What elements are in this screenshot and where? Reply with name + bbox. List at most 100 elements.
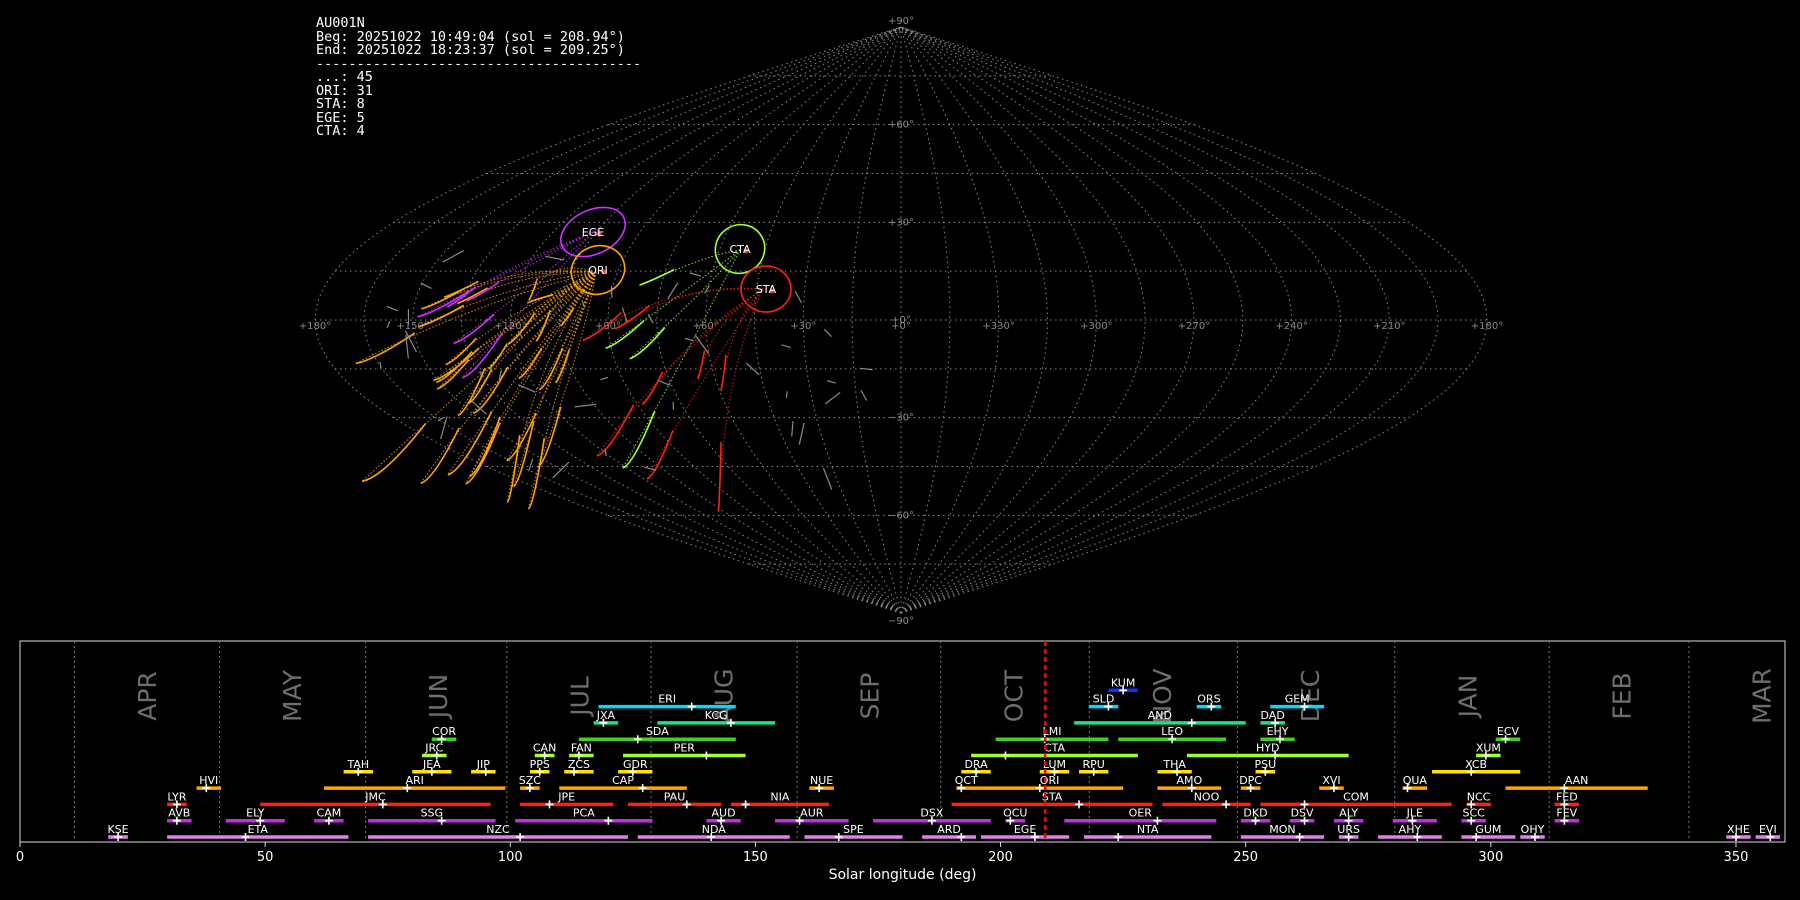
shower-ocu: OCU [1003,807,1027,825]
shower-label: ARD [937,823,961,836]
shower-fan: FAN [569,742,594,760]
month-label: JAN [1453,675,1482,720]
meteor-trail-segment [641,371,664,406]
shower-label: SCC [1463,807,1486,820]
shower-label: OHY [1521,823,1545,836]
lat-tick-label: −30° [888,413,914,424]
shower-label: ERI [658,693,676,706]
shower-dsv: DSV [1289,807,1315,825]
x-tick-label: 100 [498,850,523,865]
shower-aud: AUD [706,807,741,825]
meteor-trail [582,288,764,341]
shower-label: XUM [1476,742,1501,755]
shower-label: HVI [199,774,218,787]
meridian-line [900,26,1488,614]
x-tick-label: 50 [257,850,274,865]
sporadic-trail [704,285,710,294]
x-tick-label: 0 [16,850,24,865]
sporadic-trail [440,416,448,440]
lat-tick-label: −90° [888,616,914,627]
shower-ors: ORS [1196,693,1222,711]
shower-label: GUM [1475,823,1501,836]
meridian-line [314,26,902,614]
shower-label: GEM [1285,693,1310,706]
shower-kse: KSE [107,823,129,841]
sporadic-trail [600,376,609,381]
x-tick-label: 300 [1478,850,1503,865]
meteor-trail [457,271,597,304]
sporadic-trail [824,391,841,405]
x-tick-label: 150 [743,850,768,865]
sporadic-trail [610,285,613,298]
meteor-trail-segment [639,268,675,286]
sporadic-trail [386,321,391,329]
shower-label: NCC [1467,790,1491,803]
shower-label: HYD [1256,742,1279,755]
month-label: JUN [424,674,453,720]
shower-jxa: JXA [593,709,619,727]
shower-label: AUD [712,807,736,820]
shower-label: JXA [596,709,616,722]
shower-dad: DAD [1260,709,1285,727]
lat-tick-label: +60° [888,120,914,131]
shower-ncc: NCC [1466,790,1491,809]
meteor-trail [629,249,741,360]
shower-pps: PPS [530,758,550,776]
shower-dkd: DKD [1240,807,1271,825]
shower-label: FAN [571,742,592,755]
meteor-trails [355,231,873,512]
sporadic-trail [574,403,597,408]
shower-label: NIA [770,790,789,803]
shower-label: XHE [1727,823,1750,836]
shower-label: CTA [1044,742,1066,755]
shower-qua: QUA [1402,774,1428,793]
sporadic-trail [386,305,398,312]
month-label: FEB [1608,672,1637,719]
shower-label: SPE [843,823,864,836]
lon-tick-label: +180° [1471,321,1503,332]
shower-label: COM [1343,790,1369,803]
shower-label: AAN [1565,774,1589,787]
lat-tick-label: +90° [888,16,914,27]
sporadic-trail [826,380,836,384]
shower-label: AMO [1176,774,1202,787]
shower-label: ARI [405,774,423,787]
meteor-trail [361,271,597,482]
meteor-trail [717,288,764,512]
lat-tick-label: +0° [891,315,911,326]
shower-label: FED [1556,790,1578,803]
sporadic-trail [517,384,536,393]
shower-label: DAD [1261,709,1285,722]
meteor-trail-segment [696,350,706,380]
shower-label: SLD [1093,693,1115,706]
meteor-trail-segment [596,404,635,457]
shower-cor: COR [431,725,456,744]
shower-label: PAU [664,790,686,803]
sporadic-trail [667,282,679,300]
shower-kum: KUM [1108,676,1138,695]
shower-label: SDA [646,725,669,738]
shower-label: QUA [1403,774,1428,787]
meteor-trail [518,271,597,379]
shower-scc: SCC [1461,807,1486,825]
month-label: OCT [999,669,1028,722]
shower-label: XCB [1465,758,1487,771]
meteor-trail [355,271,597,364]
lon-tick-label: +300° [1080,321,1112,332]
shower-xum: XUM [1476,742,1501,760]
meteor-trail [538,271,597,390]
meteor-trail-segment [453,313,495,345]
shower-oct: OCT [955,774,978,793]
meridian-line [900,26,1146,614]
meteor-trail [596,288,764,457]
month-label: APR [133,671,162,721]
shower-ohy: OHY [1520,823,1545,841]
shower-label: OCU [1003,807,1027,820]
shower-label: ORI [1040,774,1060,787]
sporadic-trail [791,420,794,437]
shower-label: ETA [248,823,269,836]
meteor-trail-segment [720,354,727,392]
meteor-trail [417,231,594,318]
shower-label: ORS [1197,693,1220,706]
lon-tick-label: +330° [982,321,1014,332]
